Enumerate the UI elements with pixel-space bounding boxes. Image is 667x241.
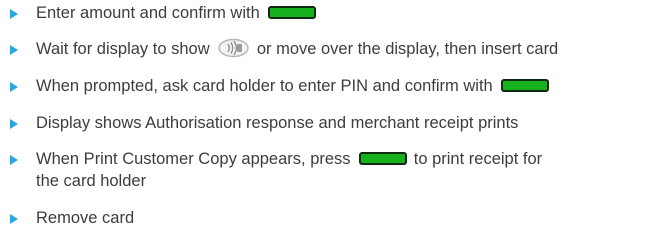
step-text: When prompted, ask card holder to enter …	[36, 76, 550, 97]
step-text: Remove card	[36, 208, 134, 229]
step-text-segment: When prompted, ask card holder to enter …	[36, 77, 493, 95]
list-item: Remove card	[0, 208, 667, 232]
green-confirm-key-icon	[501, 78, 550, 92]
step-text: Enter amount and confirm with	[36, 3, 317, 24]
step-text-segment: Enter amount and confirm with	[36, 4, 260, 22]
green-confirm-key-icon	[359, 151, 408, 165]
list-item: When prompted, ask card holder to enter …	[0, 76, 667, 100]
step-text-segment: or move over the display, then insert ca…	[256, 40, 559, 58]
list-item: When Print Customer Copy appears, press …	[0, 149, 667, 195]
step-text: Display shows Authorisation response and…	[36, 113, 518, 134]
step-text-segment: Wait for display to show	[36, 40, 210, 58]
step-text: When Print Customer Copy appears, press …	[36, 149, 542, 170]
bullet-arrow-icon	[10, 9, 18, 19]
step-text-segment: the card holder	[36, 172, 147, 190]
step-text-segment: Remove card	[36, 209, 135, 227]
list-item: Enter amount and confirm with	[0, 3, 667, 27]
list-item: Wait for display to show or move over th…	[0, 38, 667, 63]
step-text-segment: When Print Customer Copy appears, press	[36, 150, 351, 168]
green-confirm-key-icon	[268, 5, 317, 19]
list-item: Display shows Authorisation response and…	[0, 113, 667, 137]
contactless-reader-icon	[218, 38, 249, 58]
bullet-arrow-icon	[10, 45, 18, 55]
step-text: Wait for display to show or move over th…	[36, 38, 559, 60]
step-text-segment: Display shows Authorisation response and…	[36, 114, 519, 132]
step-text-segment: to print receipt for	[413, 150, 543, 168]
bullet-arrow-icon	[10, 214, 18, 224]
step-text-continued: the card holder	[36, 171, 146, 192]
bullet-arrow-icon	[10, 155, 18, 165]
bullet-arrow-icon	[10, 82, 18, 92]
bullet-arrow-icon	[10, 119, 18, 129]
